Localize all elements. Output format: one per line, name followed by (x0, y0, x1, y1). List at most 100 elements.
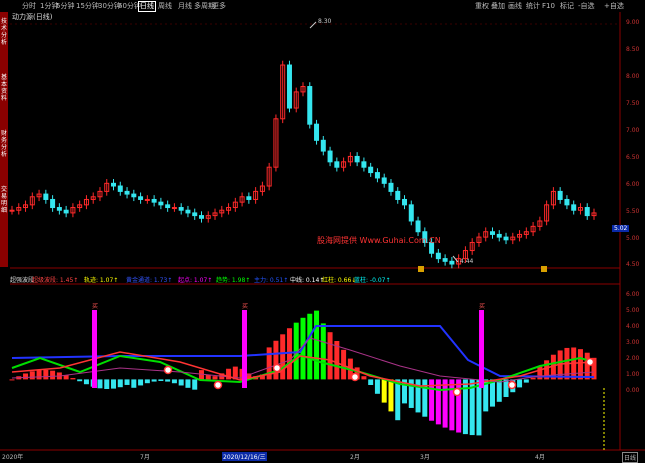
indicator-bar (111, 379, 117, 389)
candle-body (246, 196, 252, 200)
candle-body (374, 172, 380, 179)
indicator-bar (523, 379, 529, 383)
watermark-text: 股海网提供 Www.Guhai.Com.CN (317, 236, 441, 245)
indicator-bar (144, 379, 150, 384)
high-pointer (309, 21, 317, 29)
indicator-bar (320, 323, 326, 380)
candle-body (124, 190, 130, 195)
time-tick: 2月 (350, 454, 360, 461)
indicator-bar (374, 379, 380, 394)
candle-body (158, 201, 164, 206)
candle-body (557, 190, 563, 200)
indicator-tick: 4.00 (626, 323, 640, 330)
indicator-bar (314, 310, 320, 380)
indicator-legend-7: 中线: 0.14↑ (290, 277, 325, 284)
candle-body (402, 198, 408, 206)
candle-body (571, 204, 577, 211)
buy-marker (418, 266, 424, 272)
indicator-bar (9, 379, 15, 381)
price-tick: 5.50 (626, 208, 640, 215)
indicator-bar (395, 379, 401, 421)
indicator-bar (517, 379, 523, 388)
indicator-tick: 0.00 (626, 387, 640, 394)
indicator-bar (165, 379, 171, 382)
buy-signal-column (479, 310, 484, 388)
indicator-bar (43, 369, 49, 380)
candle-body (442, 258, 448, 262)
cross-marker (585, 357, 595, 367)
indicator-bar (442, 379, 448, 428)
cross-marker (163, 365, 173, 375)
candle-body (178, 207, 184, 211)
indicator-bar (503, 379, 509, 397)
candle-body (117, 185, 123, 192)
cross-marker (213, 380, 223, 390)
indicator-bar (124, 379, 130, 385)
candle-body (56, 207, 62, 211)
candle-body (395, 190, 401, 200)
candle-body (151, 198, 157, 203)
candle-body (327, 150, 333, 163)
candle-body (43, 193, 49, 200)
cross-marker (350, 372, 360, 382)
candle-body (131, 193, 137, 198)
indicator-bar (307, 313, 313, 380)
candle-body (50, 198, 56, 209)
indicator-bar (388, 379, 394, 412)
indicator-bar (327, 332, 333, 380)
indicator-bar (97, 379, 103, 389)
candle-body (144, 198, 150, 201)
indicator-legend-1: 超级波段: 1.45↑ (32, 277, 79, 284)
candle-body (111, 182, 117, 187)
indicator-bar (577, 349, 583, 380)
candle-body (368, 166, 374, 174)
candlestick-chart[interactable]: 买买买 (0, 0, 645, 462)
indicator-tick: 6.00 (626, 291, 640, 298)
indicator-bar (435, 379, 441, 425)
indicator-bar (23, 373, 29, 380)
buy-signal-column (242, 310, 247, 388)
candle-body (584, 207, 590, 217)
price-tick: 4.50 (626, 261, 640, 268)
indicator-tick: 5.00 (626, 307, 640, 314)
buy-label: 买 (92, 302, 98, 310)
indicator-legend-9: 蓝柱: -0.07↑ (354, 277, 391, 284)
indicator-bar (368, 379, 374, 385)
price-tick: 6.50 (626, 154, 640, 161)
indicator-bar (530, 377, 536, 380)
buy-label: 买 (242, 302, 248, 310)
candle-body (388, 182, 394, 192)
candle-body (408, 204, 414, 222)
indicator-bar (415, 379, 421, 413)
candle-body (435, 252, 441, 260)
high-price-label: 8.30 (318, 18, 332, 25)
indicator-bar (77, 379, 83, 382)
indicator-bar (50, 370, 56, 380)
candle-body (354, 155, 360, 163)
indicator-bar (361, 376, 367, 380)
indicator-bar (104, 379, 110, 389)
current-price-tag: 5.02 (612, 225, 630, 232)
candle-body (171, 207, 177, 210)
candle-body (165, 204, 171, 209)
candle-body (185, 209, 191, 214)
time-tick: 2020年 (2, 454, 24, 461)
candle-body (496, 233, 502, 238)
indicator-tick: 3.00 (626, 339, 640, 346)
price-tick: 7.50 (626, 100, 640, 107)
candle-body (192, 212, 198, 217)
candle-body (138, 196, 144, 200)
candle-body (415, 220, 421, 233)
indicator-legend-4: 起点: 1.07↑ (178, 277, 213, 284)
price-tick: 6.00 (626, 181, 640, 188)
indicator-legend-0: 超强波段 (10, 277, 35, 284)
period-label[interactable]: 日线 (622, 452, 639, 463)
indicator-bar (178, 379, 184, 386)
candle-body (361, 161, 367, 168)
time-tick: 7月 (140, 454, 150, 461)
candle-body (63, 209, 69, 214)
indicator-tick: 2.00 (626, 355, 640, 362)
indicator-bar (83, 379, 89, 385)
indicator-legend-5: 趋势: 1.98↑ (216, 277, 251, 284)
price-tick: 9.00 (626, 19, 640, 26)
